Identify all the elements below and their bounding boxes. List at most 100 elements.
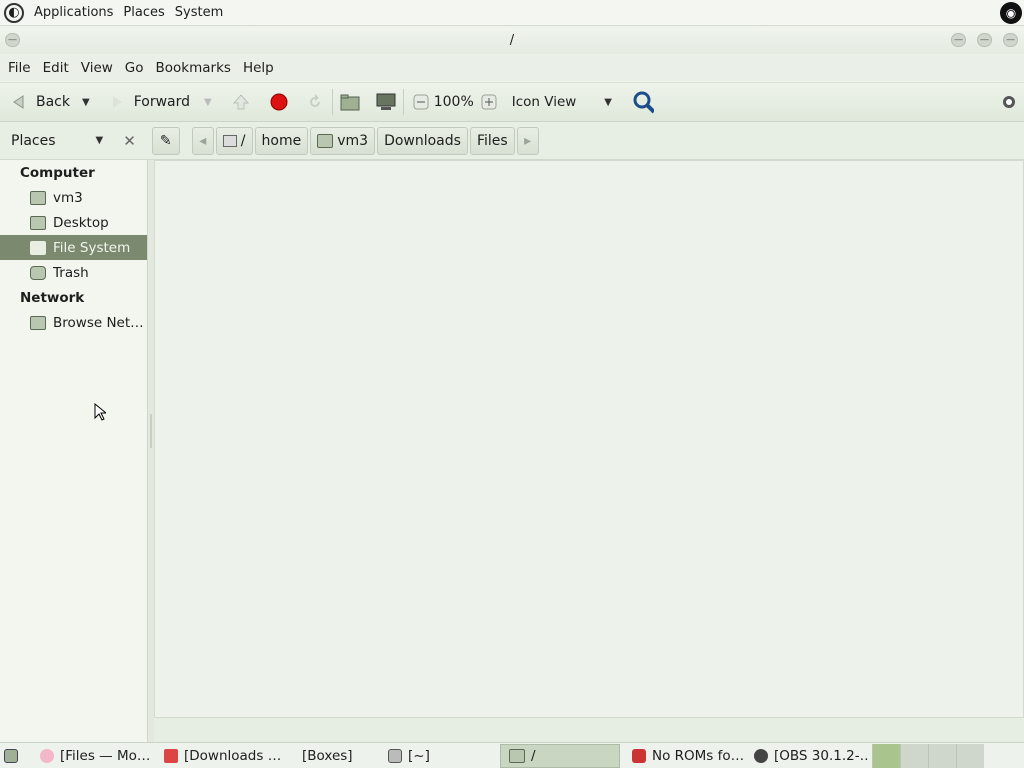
- task-root-folder[interactable]: /: [500, 743, 620, 768]
- task-label: /: [531, 747, 536, 764]
- crumb-vm3-label: vm3: [337, 132, 369, 149]
- window-titlebar[interactable]: — / — — —: [0, 27, 1024, 54]
- crumb-scroll-left[interactable]: ◂: [191, 126, 214, 155]
- crumb-home[interactable]: home: [254, 126, 309, 155]
- window-menu-button[interactable]: —: [5, 33, 20, 47]
- reload-icon[interactable]: [304, 91, 326, 113]
- sidebar-item-label: Trash: [53, 264, 89, 281]
- computer-icon[interactable]: [375, 91, 397, 113]
- task-label: [Boxes]: [302, 747, 353, 764]
- drive-icon: [222, 134, 237, 147]
- task-boxes[interactable]: [Boxes]: [280, 744, 380, 768]
- zoom-level: 100%: [433, 94, 474, 110]
- sidebar-item-file-system[interactable]: File System: [0, 235, 147, 421]
- task-obs[interactable]: [OBS 30.1.2-…: [746, 744, 868, 768]
- forward-button[interactable]: Forward: [106, 91, 190, 113]
- task-terminal[interactable]: [~]: [380, 744, 500, 768]
- crumb-scroll-right[interactable]: ▸: [516, 126, 539, 155]
- sidebar-item-trash[interactable]: Trash: [0, 260, 147, 285]
- workspace-4[interactable]: [956, 743, 984, 768]
- task-downloads[interactable]: [Downloads …: [156, 744, 280, 768]
- workspace-2[interactable]: [900, 743, 928, 768]
- forward-arrow-icon: [106, 91, 128, 113]
- window-title: /: [509, 33, 515, 48]
- back-arrow-icon: [8, 91, 30, 113]
- file-view[interactable]: [154, 160, 1024, 718]
- search-icon[interactable]: [632, 91, 654, 114]
- places-menu[interactable]: Places: [123, 5, 164, 20]
- menu-help[interactable]: Help: [243, 60, 274, 76]
- pane-selector-chevron-icon[interactable]: ▼: [96, 135, 104, 146]
- sidebar-item-vm3[interactable]: vm3: [0, 185, 147, 210]
- crumb-vm3[interactable]: vm3: [310, 126, 376, 155]
- view-mode-select[interactable]: Icon View: [512, 94, 577, 110]
- obs-icon: [754, 748, 768, 763]
- applications-menu[interactable]: Applications: [34, 5, 113, 20]
- obs-tray-icon[interactable]: ◉: [1000, 2, 1022, 24]
- trash-icon: [30, 265, 46, 280]
- section-computer: Computer: [20, 164, 95, 181]
- location-bar: Places ▼ ✕ ✎ ◂ / home vm3 Downloads File…: [0, 122, 1024, 160]
- task-label: [OBS 30.1.2-…: [774, 747, 868, 764]
- taskbar: [Files — Mo… [Downloads … [Boxes] [~] / …: [0, 742, 1024, 768]
- app-icon: [40, 748, 54, 763]
- forward-history-chevron-icon[interactable]: ▼: [204, 97, 212, 108]
- throbber-icon: [998, 91, 1020, 113]
- forward-label: Forward: [133, 94, 191, 110]
- crumb-root-label: /: [240, 132, 246, 149]
- view-mode-chevron-icon[interactable]: ▼: [604, 97, 612, 108]
- crumb-downloads[interactable]: Downloads: [377, 126, 468, 155]
- close-sidebar-icon[interactable]: ✕: [123, 132, 136, 150]
- section-network: Network: [20, 289, 85, 306]
- workspace-3[interactable]: [928, 743, 956, 768]
- sidebar-item-label: Desktop: [53, 214, 109, 231]
- maximize-button[interactable]: —: [977, 33, 992, 47]
- distro-logo-icon[interactable]: ◐: [4, 2, 24, 23]
- network-icon: [30, 315, 46, 330]
- close-button[interactable]: —: [1003, 33, 1018, 47]
- task-files[interactable]: [Files — Mo…: [32, 744, 156, 768]
- sidebar-item-browse-network[interactable]: Browse Net…: [0, 310, 147, 335]
- sidebar-item-label: vm3: [53, 189, 83, 206]
- menu-file[interactable]: File: [8, 60, 31, 76]
- home-folder-icon: [30, 190, 46, 205]
- zoom-in-icon[interactable]: [478, 91, 500, 113]
- crumb-files[interactable]: Files: [469, 126, 515, 155]
- splitter-grip[interactable]: [150, 414, 152, 448]
- back-history-chevron-icon[interactable]: ▼: [82, 97, 90, 108]
- zoom-out-icon[interactable]: [410, 91, 432, 113]
- up-arrow-icon[interactable]: [230, 91, 252, 113]
- task-label: No ROMs fo…: [652, 747, 745, 764]
- workspace-1[interactable]: [872, 743, 900, 768]
- app-icon: [632, 748, 646, 763]
- drive-icon: [30, 240, 46, 255]
- status-bar: [154, 718, 1024, 742]
- menu-view[interactable]: View: [81, 60, 113, 76]
- crumb-downloads-label: Downloads: [384, 132, 461, 149]
- menu-bookmarks[interactable]: Bookmarks: [156, 60, 231, 76]
- minimize-button[interactable]: —: [951, 33, 966, 47]
- pencil-icon: ✎: [159, 132, 172, 149]
- home-folder-icon[interactable]: [339, 91, 361, 113]
- crumb-home-label: home: [261, 132, 302, 149]
- stop-icon[interactable]: [268, 91, 290, 113]
- desktop-folder-icon: [30, 215, 46, 230]
- sidebar-item-desktop[interactable]: Desktop: [0, 210, 147, 235]
- sidebar-item-label: Browse Net…: [53, 314, 144, 331]
- edit-location-button[interactable]: ✎: [151, 126, 180, 155]
- menu-edit[interactable]: Edit: [43, 60, 69, 76]
- menu-go[interactable]: Go: [125, 60, 144, 76]
- task-label: [Files — Mo…: [60, 747, 151, 764]
- terminal-icon: [388, 748, 402, 763]
- crumb-files-label: Files: [476, 132, 508, 149]
- menubar: File Edit View Go Bookmarks Help: [0, 55, 1024, 81]
- sidebar-pane-selector[interactable]: Places: [11, 133, 56, 149]
- task-no-roms[interactable]: No ROMs fo…: [624, 744, 746, 768]
- app-icon: [164, 748, 178, 763]
- toolbar: Back ▼ Forward ▼ 100% Icon View ▼: [0, 82, 1024, 122]
- crumb-root[interactable]: /: [215, 126, 253, 155]
- system-menu[interactable]: System: [175, 5, 223, 20]
- task-label: [~]: [408, 747, 430, 764]
- show-desktop-icon[interactable]: [4, 748, 18, 763]
- back-button[interactable]: Back: [8, 91, 70, 113]
